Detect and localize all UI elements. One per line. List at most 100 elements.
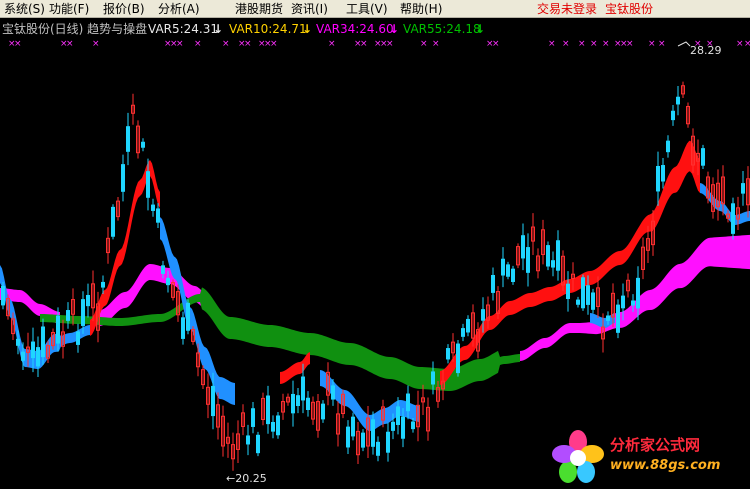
indicator-title: 宝钛股份(日线) 趋势与操盘: [2, 22, 148, 36]
down-candle-body: [56, 315, 60, 344]
signal-marker-icon: ×: [328, 39, 336, 49]
down-candle-body: [386, 431, 390, 453]
down-candle-body: [661, 165, 665, 182]
down-candle-body: [521, 235, 525, 259]
down-candle-body: [156, 208, 160, 223]
var34-value: VAR34:24.60: [316, 22, 394, 36]
down-candle-body: [586, 285, 590, 305]
signal-marker-icon: ×: [222, 39, 230, 49]
down-candle-body: [246, 435, 250, 445]
signal-marker-icon: ×: [176, 39, 184, 49]
menu-bar: 系统(S) 功能(F) 报价(B) 分析(A) 港股期货 资讯(I) 工具(V)…: [0, 0, 750, 18]
down-candle-body: [256, 434, 260, 454]
var10-value: VAR10:24.71: [229, 22, 307, 36]
down-candle-body: [81, 299, 85, 326]
down-candle-body: [491, 274, 495, 293]
down-candle-body: [546, 245, 550, 267]
down-candle-body: [331, 385, 335, 400]
down-candle-body: [656, 165, 660, 192]
down-candle-body: [121, 164, 125, 192]
signal-marker-icon: ×: [578, 39, 586, 49]
down-candle-body: [211, 385, 215, 417]
candlestick-chart[interactable]: ×× ×× × ××× × × ×× ××× × ×× ××× × × ×× × × × × × ××× × × × × × ×: [0, 38, 750, 489]
down-candle-body: [31, 341, 35, 359]
down-candle-body: [701, 148, 705, 166]
down-candle-body: [556, 240, 560, 271]
current-stock-name: 宝钛股份: [605, 2, 654, 16]
down-candle-body: [376, 441, 380, 456]
var5-value: VAR5:24.31: [148, 22, 219, 36]
down-candle-body: [636, 277, 640, 309]
down-candle-body: [266, 395, 270, 425]
down-candle-body: [111, 206, 115, 237]
signal-marker-icon: ×: [386, 39, 394, 49]
down-candle-body: [291, 393, 295, 414]
low-price-label: ←20.25: [226, 472, 267, 485]
watermark-logo: 分析家公式网 www.88gs.com: [548, 428, 748, 488]
down-candle-body: [346, 426, 350, 448]
down-candle-body: [741, 183, 745, 194]
down-candle-body: [391, 421, 395, 431]
down-candle-body: [411, 421, 415, 430]
down-candle-body: [671, 110, 675, 121]
menu-help[interactable]: 帮助(H): [400, 1, 442, 17]
menu-function[interactable]: 功能(F): [49, 1, 89, 17]
signal-marker-icon: ×: [92, 39, 100, 49]
down-candle-body: [1, 285, 5, 306]
signal-marker-icon: ×: [194, 39, 202, 49]
high-price-label: 28.29: [690, 44, 722, 57]
signal-marker-icon: ×: [602, 39, 610, 49]
down-candle-body: [401, 416, 405, 439]
down-candle-body: [481, 309, 485, 321]
down-candle-body: [466, 318, 470, 333]
down-candle-body: [676, 96, 680, 105]
menu-quote[interactable]: 报价(B): [103, 1, 145, 17]
down-candle-body: [731, 203, 735, 234]
menu-analysis[interactable]: 分析(A): [158, 1, 200, 17]
down-candle-body: [126, 126, 130, 152]
down-candle-body: [431, 371, 435, 385]
watermark-url: www.88gs.com: [610, 458, 721, 473]
down-candle-body: [76, 331, 80, 345]
signal-marker-icon: ×: [432, 39, 440, 49]
signal-marker-icon: ×: [562, 39, 570, 49]
down-candle-body: [511, 268, 515, 282]
down-candle-body: [616, 304, 620, 333]
signal-marker-icon: ×: [244, 39, 252, 49]
menu-tools[interactable]: 工具(V): [346, 1, 388, 17]
down-candle-body: [456, 343, 460, 374]
signal-markers: ×× ×× × ××× × × ×× ××× × ×× ××× × × ×× × × × × × ××× × × × × × ×: [8, 39, 750, 49]
down-candle-body: [161, 265, 165, 274]
down-candle-body: [321, 403, 325, 420]
trend-band-red-2: [280, 352, 310, 384]
signal-marker-icon: ×: [736, 39, 744, 49]
var5-down-arrow-icon: ↓: [213, 22, 224, 36]
signal-marker-icon: ×: [270, 39, 278, 49]
down-candle-body: [66, 310, 70, 321]
menu-info[interactable]: 资讯(I): [291, 1, 328, 17]
down-candle-body: [301, 376, 305, 401]
high-price-marker-icon: [677, 41, 691, 47]
menu-system[interactable]: 系统(S): [4, 1, 45, 17]
down-candle-body: [446, 348, 450, 360]
signal-marker-icon: ×: [492, 39, 500, 49]
down-candle-body: [371, 419, 375, 447]
down-candle-body: [361, 432, 365, 448]
var10-down-arrow-icon: ↓: [302, 22, 313, 36]
down-candle-body: [501, 258, 505, 276]
down-candle-body: [551, 260, 555, 268]
signal-marker-icon: ×: [590, 39, 598, 49]
flower-logo-icon: [552, 430, 604, 483]
down-candle-body: [41, 326, 45, 358]
down-candle-body: [271, 421, 275, 432]
trade-login-status[interactable]: 交易未登录: [537, 1, 597, 17]
menu-hk-futures[interactable]: 港股期货: [235, 1, 283, 17]
down-candle-body: [166, 277, 170, 286]
var55-down-arrow-icon: ↓: [475, 22, 486, 36]
down-candle-body: [296, 395, 300, 406]
down-candle-body: [621, 295, 625, 309]
signal-marker-icon: ×: [66, 39, 74, 49]
signal-marker-icon: ×: [658, 39, 666, 49]
down-candle-body: [351, 416, 355, 437]
down-candle-body: [591, 292, 595, 310]
